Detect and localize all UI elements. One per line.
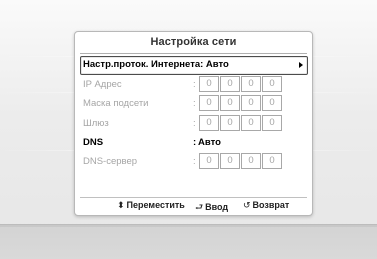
gateway-octet-4[interactable]: 0 — [262, 115, 282, 131]
ip-address-label: IP Адрес — [83, 79, 122, 90]
dns-row[interactable]: DNS : Авто — [80, 134, 308, 151]
dns-label: DNS — [83, 137, 104, 148]
enter-hint: ⮐ Ввод — [195, 200, 228, 216]
ip-address-colon: : — [193, 79, 196, 90]
dns-server-row: DNS-сервер : 0 0 0 0 — [80, 153, 308, 170]
back-hint: ↺ Возврат — [243, 200, 289, 211]
enter-icon: ⮐ — [195, 202, 204, 212]
gateway-label: Шлюз — [83, 118, 109, 129]
dns-server-colon: : — [193, 156, 196, 167]
dns-server-octet-4[interactable]: 0 — [262, 153, 282, 169]
ip-address-octet-3[interactable]: 0 — [241, 76, 261, 92]
network-settings-dialog: Настройка сети Настр.проток. Интернета: … — [74, 31, 313, 216]
move-hint-label: Переместить — [126, 200, 185, 210]
subnet-mask-octet-4[interactable]: 0 — [262, 95, 282, 111]
enter-hint-label: Ввод — [205, 202, 229, 212]
dns-server-octet-3[interactable]: 0 — [241, 153, 261, 169]
footer-hints: ⬍ Переместить ⮐ Ввод ↺ Возврат — [75, 200, 312, 213]
subnet-mask-octet-2[interactable]: 0 — [220, 95, 240, 111]
return-icon: ↺ — [243, 200, 251, 210]
gateway-colon: : — [193, 118, 196, 129]
dns-server-octet-1[interactable]: 0 — [199, 153, 219, 169]
gateway-octet-1[interactable]: 0 — [199, 115, 219, 131]
gateway-octet-2[interactable]: 0 — [220, 115, 240, 131]
dns-colon: : — [193, 137, 197, 148]
ip-address-row: IP Адрес : 0 0 0 0 — [80, 76, 308, 93]
chevron-right-icon — [299, 62, 303, 68]
dns-server-octet-2[interactable]: 0 — [220, 153, 240, 169]
dialog-title: Настройка сети — [150, 36, 237, 48]
subnet-mask-label: Маска подсети — [83, 98, 149, 109]
gateway-row: Шлюз : 0 0 0 0 — [80, 115, 308, 132]
ip-address-octet-1[interactable]: 0 — [199, 76, 219, 92]
subnet-mask-row: Маска подсети : 0 0 0 0 — [80, 95, 308, 112]
back-hint-label: Возврат — [252, 200, 290, 210]
ip-address-octet-2[interactable]: 0 — [220, 76, 240, 92]
protocol-selector-label: Настр.проток. Интернета: Авто — [83, 59, 229, 70]
gateway-octet-3[interactable]: 0 — [241, 115, 261, 131]
ip-address-octet-4[interactable]: 0 — [262, 76, 282, 92]
bottom-band — [0, 224, 377, 259]
dns-server-label: DNS-сервер — [83, 156, 138, 167]
footer-divider — [80, 197, 307, 198]
subnet-mask-octet-3[interactable]: 0 — [241, 95, 261, 111]
dns-mode-value[interactable]: Авто — [198, 137, 221, 148]
move-hint: ⬍ Переместить — [117, 200, 185, 211]
protocol-selector[interactable]: Настр.проток. Интернета: Авто — [80, 56, 308, 75]
subnet-mask-colon: : — [193, 98, 196, 109]
up-down-arrows-icon: ⬍ — [117, 200, 125, 210]
title-divider — [80, 53, 307, 54]
subnet-mask-octet-1[interactable]: 0 — [199, 95, 219, 111]
